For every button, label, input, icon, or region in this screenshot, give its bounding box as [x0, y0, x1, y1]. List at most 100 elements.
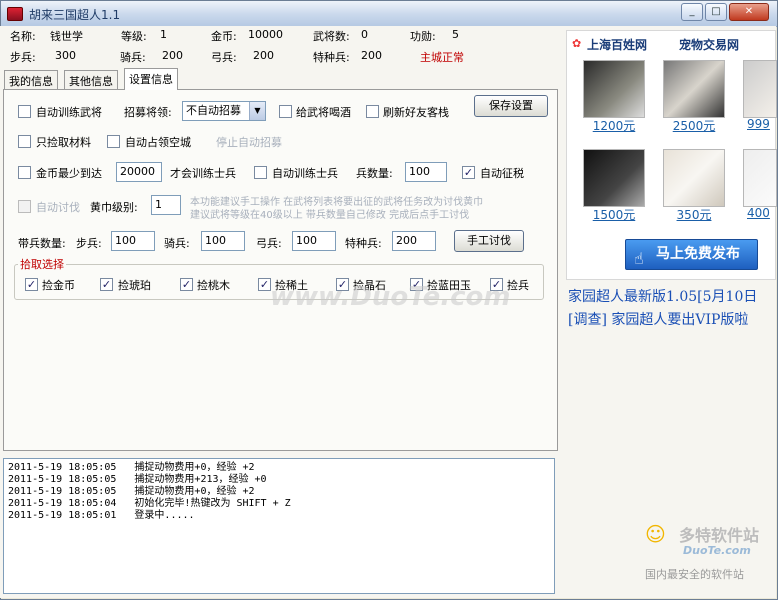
refresh-friend-label: 刷新好友客栈: [383, 106, 449, 119]
pick-gold-label: 捡金币: [42, 279, 75, 292]
publish-label: 马上免费发布: [656, 246, 740, 262]
log-line: 2011-5-19 18:05:05 捕捉动物费用+213，经验 +0: [8, 474, 267, 485]
pet-photo[interactable]: [663, 60, 725, 118]
auto-train-general-checkbox[interactable]: [18, 105, 31, 118]
app-icon: [7, 7, 23, 21]
troops-infantry-label: 步兵:: [76, 237, 102, 250]
brand-logo-icon: ✿: [572, 37, 582, 50]
pet-price-link[interactable]: 999: [747, 117, 777, 131]
gold-min-input[interactable]: 20000: [116, 162, 162, 182]
tab-my-info[interactable]: 我的信息: [4, 70, 58, 89]
soldier-count-input[interactable]: 100: [405, 162, 447, 182]
tab-other-info[interactable]: 其他信息: [64, 70, 118, 89]
auto-attack-checkbox[interactable]: [18, 200, 31, 213]
pick-amber-label: 捡琥珀: [118, 279, 151, 292]
pet-price-link[interactable]: 1200元: [583, 117, 645, 134]
cavalry-value: 200: [162, 49, 183, 62]
generals-value: 0: [361, 28, 368, 41]
ad-category: 宠物交易网: [679, 38, 740, 52]
gold-min-label: 金币最少到达: [36, 167, 102, 180]
publish-button[interactable]: ☝ 马上免费发布: [625, 239, 758, 270]
duote-logo-url: DuoTe.com: [683, 544, 751, 557]
recruit-label: 招募将领:: [124, 106, 172, 119]
log-line: 2011-5-19 18:05:05 捕捉动物费用+0，经验 +2: [8, 462, 255, 473]
yellow-level-input[interactable]: 1: [151, 195, 181, 215]
settings-panel: 自动训练武将 招募将领: 不自动招募 ▼ 给武将喝酒 刷新好友客栈 保存设置 只…: [3, 89, 558, 451]
merit-value: 5: [452, 28, 459, 41]
news-link-2[interactable]: [调查] 家园超人要出VIP版啦: [568, 309, 748, 329]
troops-special-input[interactable]: 200: [392, 231, 436, 251]
log-line: 2011-5-19 18:05:05 捕捉动物费用+0，经验 +2: [8, 486, 255, 497]
title-bar: 胡来三国超人1.1 _ □ ✕: [1, 1, 777, 27]
save-settings-button[interactable]: 保存设置: [474, 95, 548, 117]
refresh-friend-checkbox[interactable]: [366, 105, 379, 118]
auto-tax-checkbox[interactable]: ✓: [462, 166, 475, 179]
troops-infantry-input[interactable]: 100: [111, 231, 155, 251]
close-button[interactable]: ✕: [729, 3, 769, 21]
pet-photo[interactable]: [743, 60, 777, 118]
yellow-level-label: 黄巾级别:: [90, 201, 138, 214]
manual-attack-button[interactable]: 手工讨伐: [454, 230, 524, 252]
gold-min-checkbox[interactable]: [18, 166, 31, 179]
ad-brand: 上海百姓网: [587, 38, 648, 52]
pick-group-title: 拾取选择: [18, 256, 66, 272]
special-label: 特种兵:: [313, 51, 350, 64]
pick-peach-label: 捡桃木: [197, 279, 230, 292]
troops-cavalry-input[interactable]: 100: [201, 231, 245, 251]
log-textarea[interactable]: 2011-5-19 18:05:05 捕捉动物费用+0，经验 +2 2011-5…: [3, 458, 555, 594]
pet-photo[interactable]: [743, 149, 777, 207]
auto-attack-label: 自动讨伐: [36, 201, 80, 214]
chevron-down-icon[interactable]: ▼: [249, 102, 265, 120]
pet-price-link[interactable]: 2500元: [663, 117, 725, 134]
level-label: 等级:: [121, 30, 147, 43]
stop-recruit-link[interactable]: 停止自动招募: [216, 134, 282, 150]
news-link-1[interactable]: 家园超人最新版1.05[5月10日: [568, 286, 757, 306]
minimize-button[interactable]: _: [681, 3, 703, 21]
duote-slogan: 国内最安全的软件站: [645, 568, 744, 581]
troops-special-label: 特种兵:: [345, 237, 382, 250]
recruit-select-value: 不自动招募: [186, 104, 241, 117]
auto-train-soldier-label: 自动训练士兵: [272, 167, 338, 180]
hand-pointer-icon: ☝: [634, 249, 644, 268]
generals-label: 武将数:: [313, 30, 350, 43]
maximize-button[interactable]: □: [705, 3, 727, 21]
duote-mascot-icon: ☺: [645, 522, 666, 546]
log-line: 2011-5-19 18:05:04 初始化完毕!热键改为 SHIFT + Z: [8, 498, 291, 509]
recruit-select[interactable]: 不自动招募 ▼: [182, 101, 266, 121]
pet-price-link[interactable]: 1500元: [583, 206, 645, 223]
name-value: 钱世学: [50, 30, 83, 43]
only-pick-checkbox[interactable]: [18, 135, 31, 148]
train-soldier-note: 才会训练士兵: [170, 167, 236, 180]
pick-peach-checkbox[interactable]: ✓: [180, 278, 193, 291]
gold-label: 金币:: [211, 30, 237, 43]
pet-price-link[interactable]: 350元: [663, 206, 725, 223]
auto-occupy-label: 自动占领空城: [125, 136, 191, 149]
troops-archer-input[interactable]: 100: [292, 231, 336, 251]
troops-label: 带兵数量:: [18, 237, 66, 250]
soldier-count-label: 兵数量:: [356, 167, 393, 180]
auto-occupy-checkbox[interactable]: [107, 135, 120, 148]
pick-gold-checkbox[interactable]: ✓: [25, 278, 38, 291]
give-wine-label: 给武将喝酒: [296, 106, 351, 119]
merit-label: 功勋:: [410, 30, 436, 43]
tab-settings[interactable]: 设置信息: [124, 68, 178, 90]
pet-photo[interactable]: [583, 60, 645, 118]
auto-tax-label: 自动征税: [480, 167, 524, 180]
troops-archer-label: 弓兵:: [256, 237, 282, 250]
pick-amber-checkbox[interactable]: ✓: [100, 278, 113, 291]
level-value: 1: [160, 28, 167, 41]
auto-train-general-label: 自动训练武将: [36, 106, 102, 119]
archer-label: 弓兵:: [211, 51, 237, 64]
special-value: 200: [361, 49, 382, 62]
duote-logo-name: 多特软件站: [679, 526, 760, 545]
give-wine-checkbox[interactable]: [279, 105, 292, 118]
auto-train-soldier-checkbox[interactable]: [254, 166, 267, 179]
pet-photo[interactable]: [583, 149, 645, 207]
site-watermark: www.DuoTe.com: [270, 282, 511, 312]
archer-value: 200: [253, 49, 274, 62]
city-status: 主城正常: [420, 51, 464, 64]
window-title: 胡来三国超人1.1: [29, 8, 121, 22]
gold-value: 10000: [248, 28, 283, 41]
pet-price-link[interactable]: 400: [747, 206, 777, 220]
pet-photo[interactable]: [663, 149, 725, 207]
